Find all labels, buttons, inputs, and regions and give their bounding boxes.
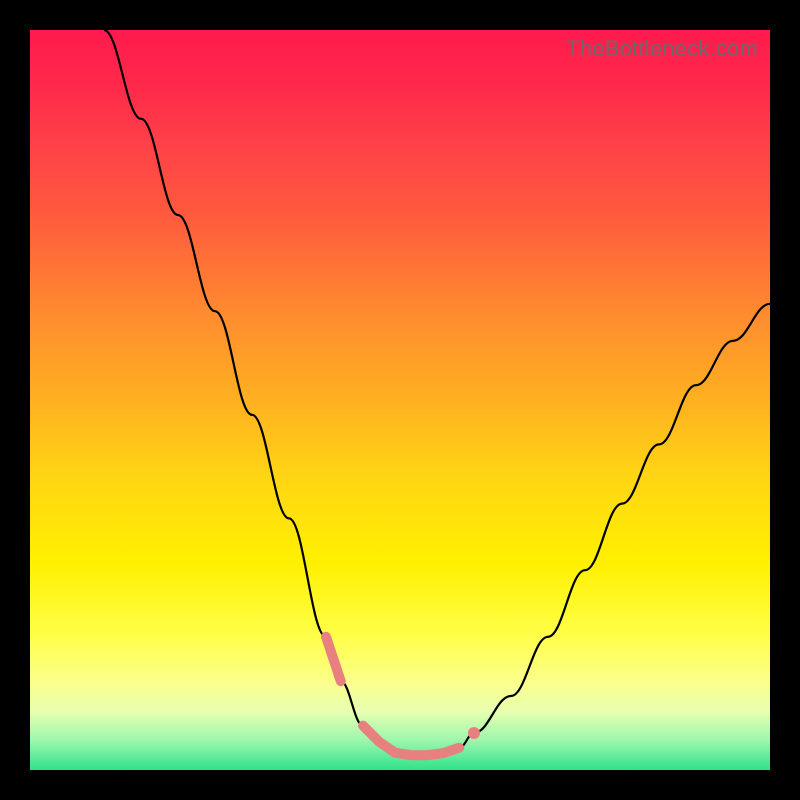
curve-path — [104, 30, 770, 755]
plot-area: TheBottleneck.com — [30, 30, 770, 770]
bottleneck-curve — [30, 30, 770, 770]
curve-marker-segment — [326, 637, 341, 681]
curve-marker-dot — [468, 727, 480, 739]
chart-frame: TheBottleneck.com — [0, 0, 800, 800]
curve-marker-segment — [363, 726, 459, 756]
